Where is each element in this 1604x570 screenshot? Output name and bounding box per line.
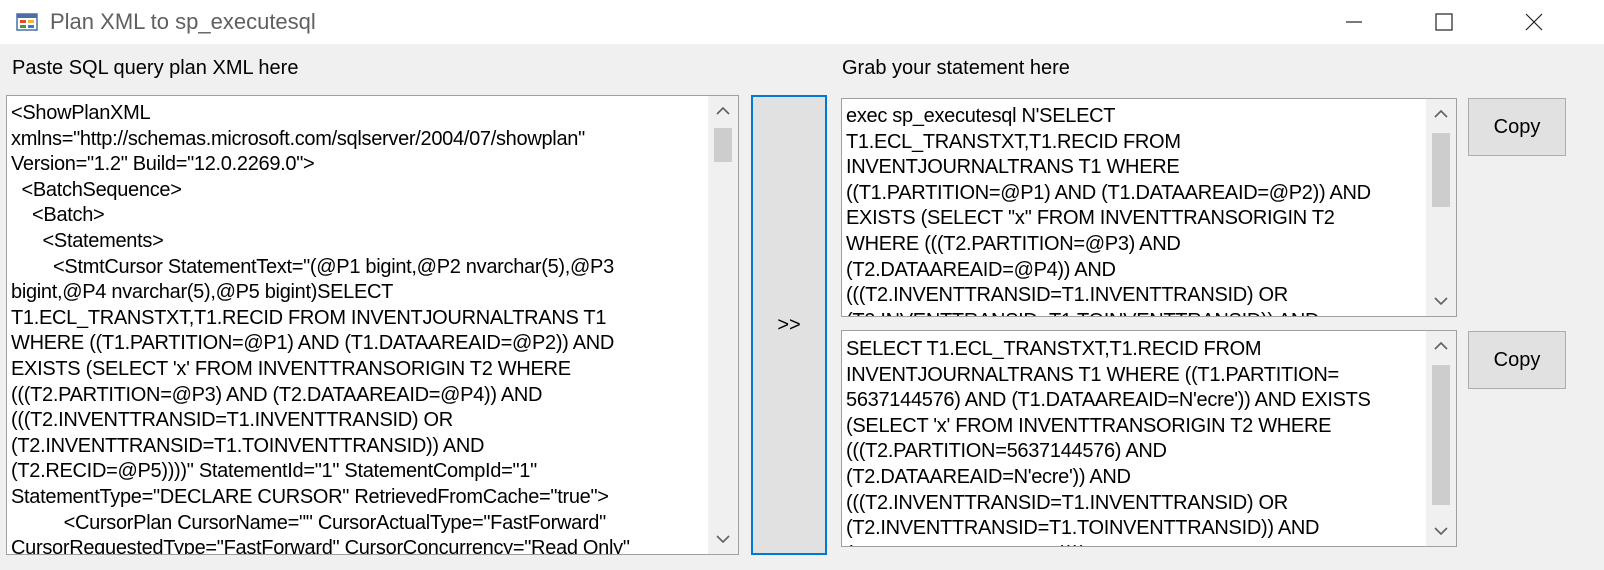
close-icon	[1525, 13, 1543, 31]
scroll-thumb[interactable]	[1432, 133, 1450, 207]
scroll-down-button[interactable]	[1426, 516, 1456, 546]
sp-executesql-text[interactable]: exec sp_executesql N'SELECT T1.ECL_TRANS…	[846, 104, 1371, 316]
chevron-down-icon	[1434, 297, 1448, 306]
scroll-thumb[interactable]	[1432, 365, 1450, 505]
minimize-icon	[1346, 21, 1362, 23]
scroll-thumb[interactable]	[714, 128, 732, 162]
maximize-button[interactable]	[1414, 0, 1474, 44]
minimize-button[interactable]	[1324, 0, 1384, 44]
scroll-up-button[interactable]	[1426, 331, 1456, 361]
plain-select-textbox[interactable]: SELECT T1.ECL_TRANSTXT,T1.RECID FROM INV…	[841, 330, 1457, 547]
plan-xml-scrollbar[interactable]	[708, 96, 738, 554]
statement-label: Grab your statement here	[842, 57, 1070, 79]
copy-statement-button[interactable]: Copy	[1468, 98, 1566, 156]
plan-xml-textbox[interactable]: <ShowPlanXML xmlns="http://schemas.micro…	[6, 95, 739, 555]
scroll-down-button[interactable]	[1426, 286, 1456, 316]
chevron-up-icon	[1434, 341, 1448, 350]
title-bar: Plan XML to sp_executesql	[0, 0, 1604, 44]
sp-executesql-scrollbar[interactable]	[1426, 99, 1456, 316]
plan-xml-label: Paste SQL query plan XML here	[12, 57, 299, 79]
window-title: Plan XML to sp_executesql	[50, 9, 316, 34]
chevron-down-icon	[716, 535, 730, 544]
copy-select-button[interactable]: Copy	[1468, 331, 1566, 389]
chevron-up-icon	[716, 106, 730, 115]
plan-xml-text[interactable]: <ShowPlanXML xmlns="http://schemas.micro…	[11, 101, 630, 554]
scroll-down-button[interactable]	[708, 524, 738, 554]
plain-select-text[interactable]: SELECT T1.ECL_TRANSTXT,T1.RECID FROM INV…	[846, 337, 1371, 546]
close-button[interactable]	[1504, 0, 1564, 44]
convert-button[interactable]: >>	[751, 95, 827, 555]
plain-select-scrollbar[interactable]	[1426, 331, 1456, 546]
chevron-up-icon	[1434, 109, 1448, 118]
sp-executesql-textbox[interactable]: exec sp_executesql N'SELECT T1.ECL_TRANS…	[841, 98, 1457, 317]
scroll-up-button[interactable]	[708, 96, 738, 126]
maximize-icon	[1435, 13, 1453, 31]
scroll-up-button[interactable]	[1426, 99, 1456, 129]
chevron-down-icon	[1434, 527, 1448, 536]
app-form-icon	[16, 13, 38, 31]
